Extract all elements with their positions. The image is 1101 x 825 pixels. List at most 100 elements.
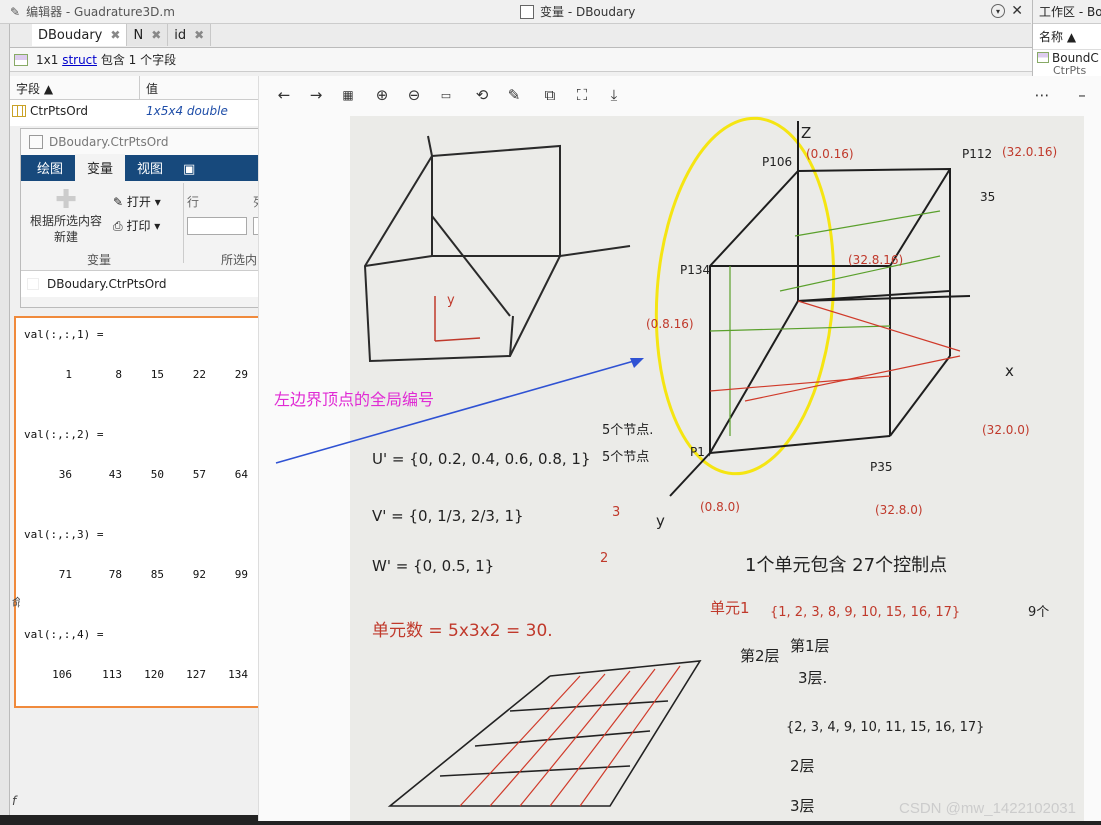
w-count: 2 xyxy=(600,551,608,566)
matrix-slice: val(:,:,4) = 106 113 120 127 134 xyxy=(16,618,260,718)
slice-value: 106 xyxy=(52,668,72,681)
more-icon[interactable]: ⋯ xyxy=(1031,84,1053,106)
field-column-header[interactable]: 字段 ▲ xyxy=(10,76,140,99)
back-icon[interactable]: ← xyxy=(273,84,295,106)
row-label: 行 xyxy=(187,195,200,209)
open-button[interactable]: ✎ 打开 ▾ xyxy=(113,193,161,210)
dropdown-icon[interactable]: ▾ xyxy=(991,4,1005,18)
zoom-in-icon[interactable]: ⊕ xyxy=(371,84,393,106)
row-input[interactable] xyxy=(187,217,247,235)
slice-header: val(:,:,1) = xyxy=(24,328,104,341)
slice-value: 1 xyxy=(65,368,72,381)
slice-header: val(:,:,4) = xyxy=(24,628,104,641)
close-tab-icon[interactable]: ✖ xyxy=(151,28,161,42)
c0016-label: (0.0.16) xyxy=(806,147,854,161)
grid-icon[interactable]: ▦ xyxy=(337,84,359,106)
editor-title: 编辑器 - Guadrature3D.m xyxy=(26,5,175,19)
c3200-label: (32.0.0) xyxy=(982,423,1030,437)
workspace-col-header[interactable]: 名称 ▲ xyxy=(1033,24,1101,50)
slice-value: 127 xyxy=(186,668,206,681)
variables-icon xyxy=(520,4,534,19)
slice-value: 92 xyxy=(192,568,206,581)
tab-n[interactable]: N ✖ xyxy=(127,24,169,46)
zoom-out-icon[interactable]: ⊖ xyxy=(403,84,425,106)
close-tab-icon[interactable]: ✖ xyxy=(194,28,204,42)
minimize-icon[interactable]: – xyxy=(1071,84,1093,106)
left-strip xyxy=(0,24,10,824)
tab-dboudary[interactable]: DBoudary ✖ xyxy=(32,24,128,46)
table-icon xyxy=(12,105,26,117)
control-points-note: 1个单元包含 27个控制点 xyxy=(745,555,947,576)
save-icon[interactable]: ▣ xyxy=(183,158,195,181)
tab-variable[interactable]: 变量 xyxy=(75,154,126,181)
sub-window-title-bar: DBoudary.CtrPtsOrd xyxy=(21,129,259,155)
slice-value: 29 xyxy=(234,368,248,381)
bottom-grid-sketch xyxy=(387,660,702,807)
open-icon: ✎ xyxy=(113,195,124,209)
variable-icon xyxy=(27,278,39,290)
matrix-slice: val(:,:,3) = 71 78 85 92 99 xyxy=(16,518,260,618)
c0816-label: (0.8.16) xyxy=(646,317,694,331)
row-field-name: CtrPtsOrd xyxy=(30,104,88,118)
tab-id[interactable]: id ✖ xyxy=(168,24,212,46)
layer3b-label: 3层 xyxy=(790,797,815,815)
slice-value: 36 xyxy=(58,468,72,481)
left-cube-axes xyxy=(434,296,481,342)
element1-set: {1, 2, 3, 8, 9, 10, 15, 16, 17} xyxy=(770,605,960,620)
w-vector: W' = {0, 0.5, 1} xyxy=(372,557,494,575)
bottom-red-lines xyxy=(459,665,681,807)
v-count: 3 xyxy=(612,505,620,520)
slice-value: 57 xyxy=(192,468,206,481)
tab-plots[interactable]: 绘图 xyxy=(25,154,75,181)
slice-value: 64 xyxy=(234,468,248,481)
edit-icon[interactable]: ✎ xyxy=(503,84,525,106)
photo-viewer: ← → ▦ ⊕ ⊖ ▭ ⟲ ✎ ⧉ ⛶ ⤓ ⋯ – y Z P106 (0.0.… xyxy=(258,76,1101,821)
workspace-item[interactable]: BoundC xyxy=(1033,50,1101,66)
p35-label: P35 xyxy=(870,460,893,474)
slice-value: 50 xyxy=(150,468,164,481)
left-cube-sketch xyxy=(363,135,631,363)
y-axis-label: y xyxy=(656,512,665,530)
slice-value: 22 xyxy=(192,368,206,381)
layer2b-label: 2层 xyxy=(790,757,815,775)
annotation-label: 左边界顶点的全局编号 xyxy=(274,390,435,409)
element1-label: 单元1 xyxy=(710,599,750,617)
tab-view[interactable]: 视图 xyxy=(125,154,175,181)
forward-icon[interactable]: → xyxy=(305,84,327,106)
p134-label: P134 xyxy=(680,263,710,277)
viewer-toolbar: ← → ▦ ⊕ ⊖ ▭ ⟲ ✎ ⧉ ⛶ ⤓ ⋯ – xyxy=(259,76,1101,114)
slice-value: 78 xyxy=(108,568,122,581)
value-column-header[interactable]: 值 xyxy=(140,76,164,99)
ribbon-tabs: 绘图 变量 视图 ▣ xyxy=(21,154,259,181)
slice-value: 134 xyxy=(228,668,248,681)
struct-icon xyxy=(1037,52,1049,63)
crop-icon[interactable]: ⧉ xyxy=(539,84,561,106)
new-from-selection-button[interactable]: ✚ 根据所选内容 新建 xyxy=(27,187,105,245)
slice-value: 99 xyxy=(234,568,248,581)
fit-icon[interactable]: ⛶ xyxy=(571,84,593,106)
p1-label: P1 xyxy=(690,445,705,459)
workspace-title: 工作区 - Bo xyxy=(1033,0,1101,24)
struct-link[interactable]: struct xyxy=(62,53,97,67)
table-row[interactable]: CtrPtsOrd 1x5x4 double xyxy=(10,100,260,122)
ribbon-separator xyxy=(183,183,184,263)
element-count: 单元数 = 5x3x2 = 30. xyxy=(372,621,553,641)
plus-icon: ✚ xyxy=(55,185,77,215)
variables-title: 变量 - DBoudary xyxy=(540,5,636,19)
close-tab-icon[interactable]: ✖ xyxy=(110,28,120,42)
watermark: CSDN @mw_1422102031 xyxy=(899,800,1076,817)
print-button[interactable]: ⎙ 打印 ▾ xyxy=(113,217,160,234)
handwritten-photo: y Z P106 (0.0.16) P112 (32.0.16) P134 (0… xyxy=(350,116,1084,821)
c32016-label: (32.0.16) xyxy=(1002,145,1057,159)
slice-value: 8 xyxy=(115,368,122,381)
output-panel: val(:,:,1) = 1 8 15 22 29 val(:,:,2) = 36 43 50 57… xyxy=(14,316,262,708)
layer3-label: 3层. xyxy=(798,669,827,687)
workspace-item-2[interactable]: CtrPts xyxy=(1033,66,1101,76)
rotate-icon[interactable]: ⟲ xyxy=(471,84,493,106)
close-icon[interactable]: ✕ xyxy=(1011,3,1023,19)
p112-label: P112 xyxy=(962,147,992,161)
slice-value: 120 xyxy=(144,668,164,681)
download-icon[interactable]: ⤓ xyxy=(603,84,625,106)
actual-size-icon[interactable]: ▭ xyxy=(435,84,457,106)
slice-header: val(:,:,3) = xyxy=(24,528,104,541)
